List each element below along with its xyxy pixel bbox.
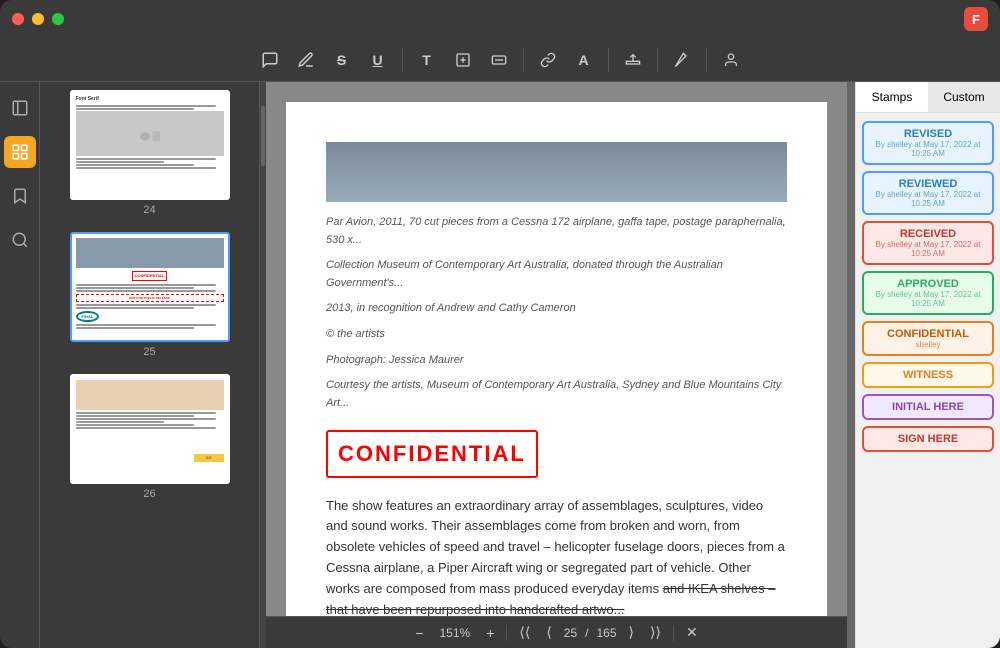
stamp-confidential-label: CONFIDENTIAL (887, 328, 969, 340)
nav-end-button[interactable]: ⟩⟩ (646, 622, 665, 643)
page-top-image (326, 142, 787, 202)
page-total: 165 (597, 626, 617, 640)
doc-scrollbar[interactable] (847, 82, 855, 648)
stamps-tab-custom[interactable]: Custom (928, 82, 1000, 112)
nav-start-button[interactable]: ⟨⟨ (515, 622, 534, 643)
stamp-approved[interactable]: APPROVED By shelley at May 17, 2022 at 1… (862, 271, 994, 315)
thumbnail-sidebar: Font Serif (40, 82, 260, 648)
thumbnail-24: Font Serif (70, 90, 230, 200)
comment-icon[interactable] (254, 44, 286, 76)
stamp-received[interactable]: RECEIVED By shelley at May 17, 2022 at 1… (862, 221, 994, 265)
close-bar-button[interactable]: ✕ (682, 622, 702, 643)
app-icon: F (964, 7, 988, 31)
stamp-reviewed-sub: By shelley at May 17, 2022 at 10:25 AM (872, 190, 984, 208)
page-24-thumbnail[interactable]: Font Serif (40, 82, 259, 224)
thumbnail-25: CONFIDENTIAL NOT FOR PUBLIC RELEASE FINA… (70, 232, 230, 342)
stamp-witness-label: WITNESS (903, 369, 953, 381)
toolbar-sep-1 (402, 48, 403, 72)
caption-5: Photograph: Jessica Maurer (326, 352, 787, 370)
stamp-revised-label: REVISED (904, 128, 952, 140)
stamp-approved-label: APPROVED (897, 278, 959, 290)
strikethrough-icon[interactable]: S (326, 44, 358, 76)
caption-1: Par Avion, 2011, 70 cut pieces from a Ce… (326, 214, 787, 249)
toolbar-sep-4 (657, 48, 658, 72)
stamp-sign-here[interactable]: SIGN HERE (862, 426, 994, 452)
highlight-icon[interactable] (290, 44, 322, 76)
stamp-approved-sub: By shelley at May 17, 2022 at 10:25 AM (872, 290, 984, 308)
stamps-tab-stamps[interactable]: Stamps (856, 82, 928, 112)
text-icon[interactable]: T (411, 44, 443, 76)
page-25-label: 25 (143, 346, 155, 358)
toolbar-sep-5 (706, 48, 707, 72)
main-area: Font Serif (0, 82, 1000, 648)
close-button[interactable] (12, 13, 24, 25)
stamps-tabs: Stamps Custom (856, 82, 1000, 113)
doc-page[interactable]: Par Avion, 2011, 70 cut pieces from a Ce… (266, 82, 847, 616)
text-box-icon[interactable] (447, 44, 479, 76)
pencil-draw-icon[interactable] (666, 44, 698, 76)
page-26-thumbnail[interactable]: 0:5 26 (40, 366, 259, 508)
sidebar-toggle-icon[interactable] (4, 92, 36, 124)
stamp-received-label: RECEIVED (900, 228, 956, 240)
body-text-1: The show features an extraordinary array… (326, 496, 787, 616)
page-25-thumbnail[interactable]: CONFIDENTIAL NOT FOR PUBLIC RELEASE FINA… (40, 224, 259, 366)
stamp-received-sub: By shelley at May 17, 2022 at 10:25 AM (872, 240, 984, 258)
stamp-initial-here-label: INITIAL HERE (892, 401, 964, 413)
document-area: Par Avion, 2011, 70 cut pieces from a Ce… (266, 82, 847, 648)
thumbnail-view-icon[interactable] (4, 136, 36, 168)
user-icon[interactable] (715, 44, 747, 76)
caption-6: Courtesy the artists, Museum of Contempo… (326, 377, 787, 412)
titlebar: F (0, 0, 1000, 38)
strikethrough-text: and IKEA shelves – that have been repurp… (326, 581, 775, 616)
stamp-revised-sub: By shelley at May 17, 2022 at 10:25 AM (872, 140, 984, 158)
traffic-lights (12, 13, 64, 25)
stamp-items: REVISED By shelley at May 17, 2022 at 10… (856, 113, 1000, 460)
page-24-label: 24 (143, 204, 155, 216)
toolbar: S U T A (0, 38, 1000, 82)
confidential-stamp: CONFIDENTIAL (326, 430, 538, 477)
underline-icon[interactable]: U (362, 44, 394, 76)
toolbar-sep-3 (608, 48, 609, 72)
zoom-in-button[interactable]: + (482, 623, 498, 643)
stamp-confidential[interactable]: CONFIDENTIAL shelley (862, 321, 994, 356)
bottom-bar-sep-1 (506, 625, 507, 641)
markup-icon[interactable]: A (568, 44, 600, 76)
link-icon[interactable] (532, 44, 564, 76)
page-current: 25 (564, 626, 577, 640)
stamp-sign-here-label: SIGN HERE (898, 433, 959, 445)
stamp-reviewed[interactable]: REVIEWED By shelley at May 17, 2022 at 1… (862, 171, 994, 215)
stamp-confidential-sub: shelley (872, 340, 984, 349)
search-panel-icon[interactable] (4, 224, 36, 256)
minimize-button[interactable] (32, 13, 44, 25)
maximize-button[interactable] (52, 13, 64, 25)
zoom-out-button[interactable]: − (411, 623, 427, 643)
bottom-bar: − 151% + ⟨⟨ ⟨ 25 / 165 ⟩ ⟩⟩ ✕ (266, 616, 847, 648)
caption-2: Collection Museum of Contemporary Art Au… (326, 257, 787, 292)
nav-next-button[interactable]: ⟩ (625, 622, 638, 643)
stamps-panel: Stamps Custom REVISED By shelley at May … (855, 82, 1000, 648)
app-window: F S U T A (0, 0, 1000, 648)
caption-3: 2013, in recognition of Andrew and Cathy… (326, 300, 787, 318)
stamp-reviewed-label: REVIEWED (899, 178, 958, 190)
caption-4: © the artists (326, 326, 787, 344)
page-content: Par Avion, 2011, 70 cut pieces from a Ce… (286, 102, 827, 616)
stamp-revised[interactable]: REVISED By shelley at May 17, 2022 at 10… (862, 121, 994, 165)
page-26-label: 26 (143, 488, 155, 500)
panel-sidebar-icons (0, 82, 40, 648)
page-separator: / (585, 626, 588, 640)
text-field-icon[interactable] (483, 44, 515, 76)
bookmark-icon[interactable] (4, 180, 36, 212)
bottom-bar-sep-2 (673, 625, 674, 641)
stamp-initial-here[interactable]: INITIAL HERE (862, 394, 994, 420)
nav-prev-button[interactable]: ⟨ (542, 622, 555, 643)
stamp-icon[interactable] (617, 44, 649, 76)
zoom-level-display[interactable]: 151% (436, 624, 475, 642)
thumbnail-26: 0:5 (70, 374, 230, 484)
toolbar-sep-2 (523, 48, 524, 72)
stamp-witness[interactable]: WITNESS (862, 362, 994, 388)
